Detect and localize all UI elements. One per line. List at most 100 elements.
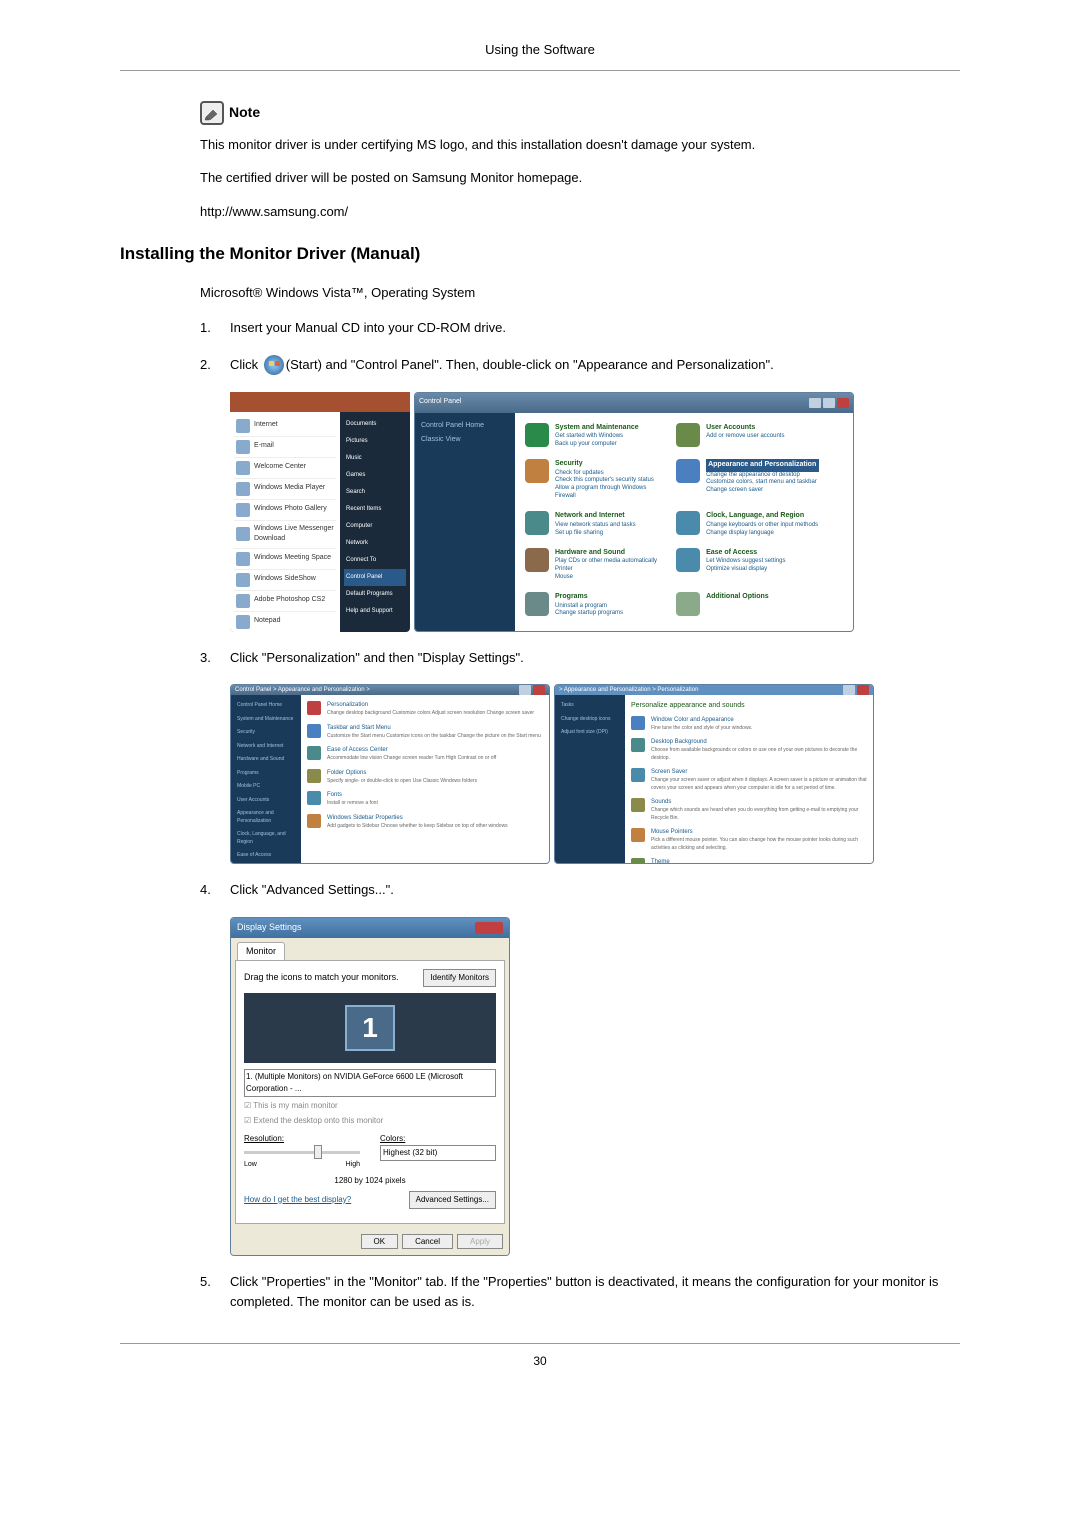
category-icon xyxy=(676,423,700,447)
cp-side-link[interactable]: Classic View xyxy=(421,433,509,448)
pw-side-item[interactable]: Hardware and Sound xyxy=(235,753,297,767)
colors-select[interactable]: Highest (32 bit) xyxy=(380,1145,496,1161)
ds-tab-monitor[interactable]: Monitor xyxy=(237,942,285,961)
cp-category[interactable]: Ease of AccessLet Windows suggest settin… xyxy=(676,548,819,584)
cp-category[interactable]: Network and InternetView network status … xyxy=(525,511,668,540)
res-high: High xyxy=(346,1160,360,1171)
pw-side-item[interactable]: Appearance and Personalization xyxy=(235,807,297,828)
pw-side-item[interactable]: User Accounts xyxy=(235,794,297,808)
note-heading: Note xyxy=(200,101,260,125)
start-right-item[interactable]: Default Programs xyxy=(344,586,406,603)
start-menu-item[interactable]: Windows Meeting Space xyxy=(234,549,336,570)
start-right-item[interactable]: Help and Support xyxy=(344,603,406,620)
category-icon xyxy=(525,511,549,535)
category-icon xyxy=(676,511,700,535)
pw-item[interactable]: Windows Sidebar PropertiesAdd gadgets to… xyxy=(307,814,543,831)
start-right-item[interactable]: Computer xyxy=(344,518,406,535)
minimize-icon[interactable] xyxy=(809,398,821,408)
start-menu-item[interactable]: Welcome Center xyxy=(234,458,336,479)
pw-side-item[interactable]: Tasks xyxy=(559,699,621,713)
pw-titlebar-left: Control Panel > Appearance and Personali… xyxy=(231,685,549,695)
pw-item[interactable]: Folder OptionsSpecify single- or double-… xyxy=(307,769,543,786)
ds-monitor-area[interactable]: 1 xyxy=(244,993,496,1063)
cp-category[interactable]: Appearance and PersonalizationChange the… xyxy=(676,459,819,503)
start-right-item[interactable]: Network xyxy=(344,535,406,552)
cancel-button[interactable]: Cancel xyxy=(402,1234,453,1249)
resolution-slider[interactable] xyxy=(244,1151,360,1154)
pw-side-item[interactable]: System and Maintenance xyxy=(235,713,297,727)
category-icon xyxy=(676,548,700,572)
close-icon[interactable] xyxy=(857,685,869,695)
pw-side-item[interactable]: Clock, Language, and Region xyxy=(235,828,297,849)
pw-item[interactable]: SoundsChange which sounds are heard when… xyxy=(631,798,867,822)
pw-item[interactable]: Mouse PointersPick a different mouse poi… xyxy=(631,828,867,852)
maximize-icon[interactable] xyxy=(823,398,835,408)
start-menu-item[interactable]: Windows Photo Gallery xyxy=(234,500,336,521)
start-right-item[interactable]: Games xyxy=(344,467,406,484)
pw-side-item[interactable]: Security xyxy=(235,726,297,740)
page-header: Using the Software xyxy=(120,40,960,71)
start-right-item[interactable]: Recent Items xyxy=(344,501,406,518)
cp-side-link[interactable]: Control Panel Home xyxy=(421,419,509,434)
pw-item[interactable]: Ease of Access CenterAccommodate low vis… xyxy=(307,746,543,763)
pw-item[interactable]: FontsInstall or remove a font xyxy=(307,791,543,808)
pw-side-item[interactable]: Network and Internet xyxy=(235,740,297,754)
category-icon xyxy=(676,459,700,483)
category-icon xyxy=(525,592,549,616)
identify-monitors-button[interactable]: Identify Monitors xyxy=(423,969,496,987)
close-icon[interactable] xyxy=(837,398,849,408)
pw-side-item[interactable]: Adjust font size (DPI) xyxy=(559,726,621,740)
cp-category[interactable]: ProgramsUninstall a programChange startu… xyxy=(525,592,668,621)
start-menu-item[interactable]: Windows SideShow xyxy=(234,570,336,591)
start-right-item[interactable]: Pictures xyxy=(344,433,406,450)
minimize-icon[interactable] xyxy=(519,685,531,695)
pw-item[interactable]: Window Color and AppearanceFine tune the… xyxy=(631,716,867,733)
pw-item[interactable]: Desktop BackgroundChoose from available … xyxy=(631,738,867,762)
ok-button[interactable]: OK xyxy=(361,1234,399,1249)
pw-item-icon xyxy=(631,768,645,782)
close-icon[interactable] xyxy=(475,922,503,934)
start-menu-item[interactable]: Windows Live Messenger Download xyxy=(234,521,336,549)
pw-side-item[interactable]: Programs xyxy=(235,767,297,781)
step-2-text-a: Click xyxy=(230,357,262,372)
cp-category[interactable]: SecurityCheck for updatesCheck this comp… xyxy=(525,459,668,503)
start-menu-item[interactable]: Internet xyxy=(234,416,336,437)
cp-category[interactable]: User AccountsAdd or remove user accounts xyxy=(676,423,819,452)
cp-category[interactable]: Additional Options xyxy=(676,592,819,621)
start-menu-item[interactable]: Windows Media Player xyxy=(234,479,336,500)
pw-side-item[interactable]: Mobile PC xyxy=(235,780,297,794)
start-right-item[interactable]: Music xyxy=(344,450,406,467)
start-menu-item[interactable]: Adobe Photoshop CS2 xyxy=(234,591,336,612)
start-menu-item[interactable]: Notepad xyxy=(234,612,336,632)
cp-category[interactable]: Clock, Language, and RegionChange keyboa… xyxy=(676,511,819,540)
pw-item[interactable]: Taskbar and Start MenuCustomize the Star… xyxy=(307,724,543,741)
ds-main-monitor-checkbox[interactable]: ☑ This is my main monitor xyxy=(244,1100,496,1112)
ds-extend-desktop-checkbox[interactable]: ☑ Extend the desktop onto this monitor xyxy=(244,1115,496,1127)
start-right-item[interactable]: Connect To xyxy=(344,552,406,569)
start-menu-item[interactable]: E-mail xyxy=(234,437,336,458)
close-icon[interactable] xyxy=(533,685,545,695)
cp-category[interactable]: Hardware and SoundPlay CDs or other medi… xyxy=(525,548,668,584)
pw-side-item[interactable]: Change desktop icons xyxy=(559,713,621,727)
cp-category[interactable]: System and MaintenanceGet started with W… xyxy=(525,423,668,452)
start-right-item[interactable]: Control Panel xyxy=(344,569,406,586)
apply-button[interactable]: Apply xyxy=(457,1234,503,1249)
monitor-icon[interactable]: 1 xyxy=(345,1005,395,1051)
step-2-text-b: (Start) and "Control Panel". Then, doubl… xyxy=(286,357,774,372)
ds-monitor-dropdown[interactable]: 1. (Multiple Monitors) on NVIDIA GeForce… xyxy=(244,1069,496,1097)
pw-item[interactable]: ThemeChange the theme. Themes can change… xyxy=(631,858,867,864)
advanced-settings-button[interactable]: Advanced Settings... xyxy=(409,1191,496,1209)
pw-item[interactable]: PersonalizationChange desktop background… xyxy=(307,701,543,718)
pw-side-item[interactable]: Ease of Access xyxy=(235,849,297,863)
pw-side-item[interactable]: Control Panel Home xyxy=(235,699,297,713)
start-right-item[interactable]: Documents xyxy=(344,416,406,433)
pw-item-icon xyxy=(307,791,321,805)
step-3: Click "Personalization" and then "Displa… xyxy=(200,648,960,865)
program-icon xyxy=(236,573,250,587)
colors-label: Colors: xyxy=(380,1133,496,1145)
pw-side-item[interactable]: Additional Options xyxy=(235,863,297,865)
start-right-item[interactable]: Search xyxy=(344,484,406,501)
minimize-icon[interactable] xyxy=(843,685,855,695)
ds-help-link[interactable]: How do I get the best display? xyxy=(244,1194,351,1206)
pw-item[interactable]: Screen SaverChange your screen saver or … xyxy=(631,768,867,792)
